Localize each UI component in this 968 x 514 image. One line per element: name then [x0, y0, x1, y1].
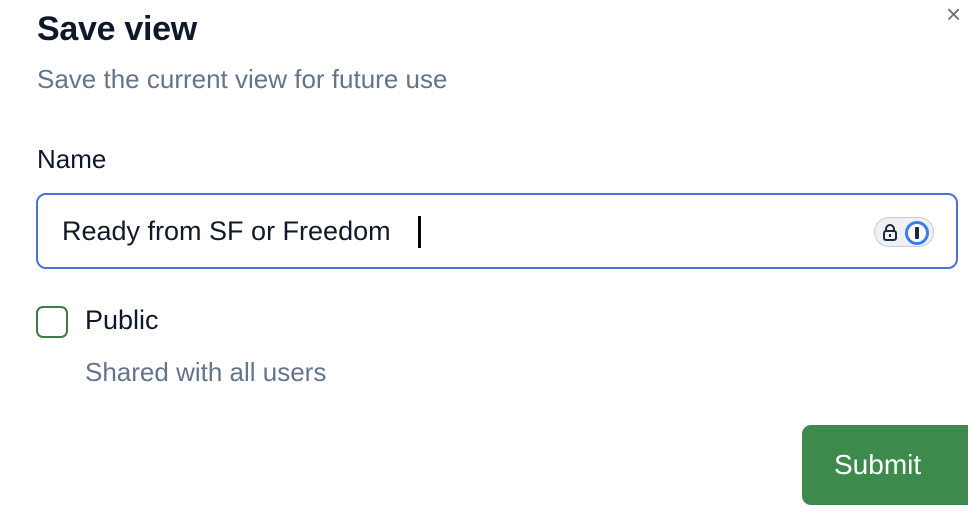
public-label[interactable]: Public — [85, 305, 159, 336]
name-label: Name — [37, 144, 107, 174]
public-description: Shared with all users — [85, 357, 327, 387]
dialog-subtitle: Save the current view for future use — [37, 64, 448, 94]
close-icon[interactable]: × — [946, 0, 968, 28]
text-caret — [418, 216, 421, 248]
name-field[interactable] — [36, 193, 958, 269]
save-view-dialog: × Save view Save the current view for fu… — [0, 0, 968, 514]
lock-icon — [883, 224, 897, 241]
dialog-title: Save view — [37, 10, 197, 48]
name-input[interactable] — [62, 195, 862, 267]
1password-icon — [905, 221, 929, 245]
submit-button[interactable]: Submit — [802, 425, 968, 505]
password-manager-button[interactable] — [874, 217, 934, 247]
public-checkbox[interactable] — [36, 306, 68, 338]
